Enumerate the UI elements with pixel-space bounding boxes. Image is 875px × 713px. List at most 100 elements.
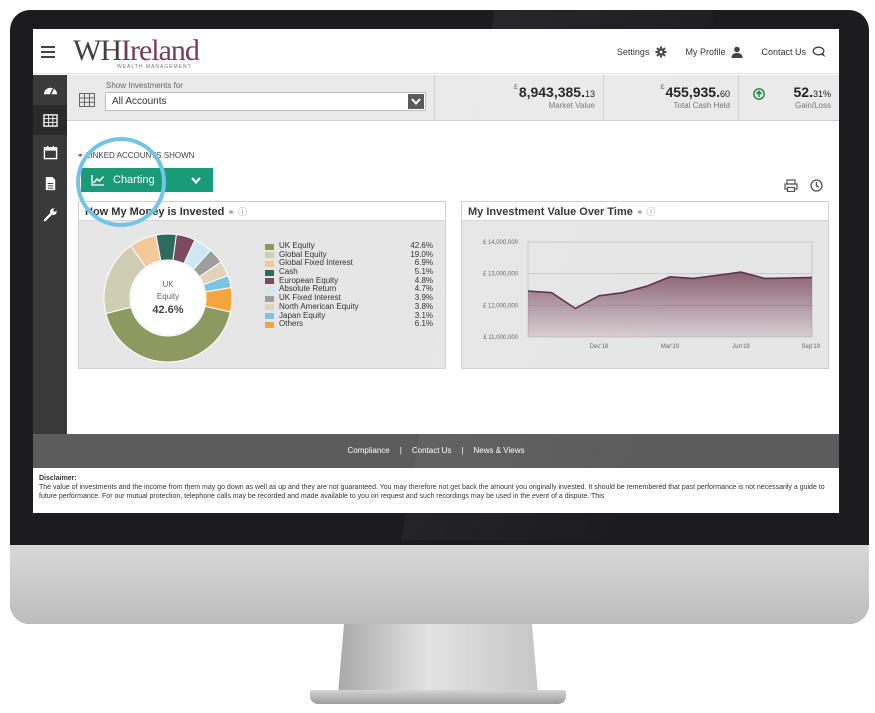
market-value-amount: 8,943,385. — [518, 84, 585, 100]
sidebar-item-calendar[interactable] — [33, 137, 67, 167]
cash-held-amount: 455,935. — [665, 84, 720, 100]
gain-loss-decimals: 31% — [812, 89, 831, 99]
calendar-icon — [43, 145, 57, 159]
charting-label: Charting — [113, 174, 155, 186]
line-chart-icon — [91, 175, 105, 186]
account-select-value: All Accounts — [112, 96, 167, 107]
logo[interactable]: WHIreland WEALTH MANAGEMENT — [73, 34, 200, 70]
linked-accounts-indicator[interactable]: ⚭ LINKED ACCOUNTS SHOWN — [77, 151, 194, 160]
disclaimer: Disclaimer: The value of investments and… — [39, 474, 834, 501]
table-icon — [79, 93, 95, 107]
sidebar-item-dashboard[interactable] — [33, 75, 67, 105]
legend-swatch — [265, 269, 274, 276]
sidebar-item-tools[interactable] — [33, 199, 67, 229]
cash-held-decimals: 60 — [719, 89, 730, 99]
x-tick-label: Sep'19 — [802, 344, 821, 350]
x-tick-label: Jun'19 — [732, 344, 750, 350]
x-tick-label: Dec'18 — [590, 344, 609, 350]
sidebar-item-documents[interactable] — [33, 168, 67, 198]
info-icon[interactable]: ⓘ — [238, 207, 247, 217]
top-nav: Settings My Profile Contact Us — [617, 46, 827, 58]
value-area-chart: £ 11,000,000 £ 12,000,000 £ 13,000,000 £ 14… — [483, 240, 821, 350]
info-icon[interactable]: ⓘ — [647, 207, 656, 217]
monitor-chin — [10, 545, 869, 624]
cash-held-label: Total Cash Held — [673, 101, 730, 110]
monitor-foot — [310, 690, 566, 704]
legend-swatch — [265, 304, 274, 311]
currency-symbol: £ — [660, 84, 665, 91]
value-chart-panel-header: My Investment Value Over Time ⚭ ⓘ — [462, 202, 828, 221]
legend-swatch — [265, 295, 274, 302]
account-filter-label: Show Investments for — [106, 81, 183, 90]
clock-icon[interactable] — [810, 179, 823, 192]
chevron-down-icon[interactable] — [408, 94, 424, 109]
linked-accounts-text: LINKED ACCOUNTS SHOWN — [85, 151, 195, 160]
link-icon: ⚭ — [635, 207, 644, 217]
market-value-decimals: 13 — [584, 89, 595, 99]
grid-icon — [42, 113, 58, 127]
value-chart-panel: My Investment Value Over Time ⚭ ⓘ £ 11,0… — [461, 201, 829, 369]
value-chart-title: My Investment Value Over Time — [468, 206, 633, 218]
logo-subtitle: WEALTH MANAGEMENT — [117, 64, 192, 70]
chat-icon[interactable] — [812, 46, 827, 58]
legend-swatch — [265, 278, 274, 285]
chevron-down-icon — [191, 177, 201, 185]
portfolio-summary-bar: Show Investments for All Accounts £8,943… — [67, 75, 839, 121]
legend-label: Others — [279, 319, 304, 329]
x-tick-label: Mar'19 — [661, 344, 680, 350]
monitor-stand — [338, 624, 538, 694]
donut-center-line2: Equity — [157, 292, 179, 301]
link-icon: ⚭ — [77, 151, 86, 160]
account-select[interactable]: All Accounts — [105, 92, 426, 111]
y-tick-label: £ 11,000,000 — [483, 335, 518, 341]
footer-separator: | — [461, 446, 464, 455]
print-icon[interactable] — [784, 179, 798, 192]
wrench-icon — [43, 207, 57, 221]
sidebar-item-holdings[interactable] — [33, 105, 67, 135]
allocation-panel: How My Money is Invested ⚭ ⓘ UK Equity 4… — [78, 201, 446, 369]
sidebar — [33, 75, 67, 434]
footer-link-compliance[interactable]: Compliance — [348, 446, 390, 455]
market-value-metric: £8,943,385.13 Market Value — [434, 75, 603, 121]
legend-swatch — [265, 260, 274, 267]
gain-loss-label: Gain/Loss — [794, 101, 831, 110]
legend-swatch — [265, 243, 274, 250]
y-tick-label: £ 12,000,000 — [483, 303, 519, 309]
y-tick-label: £ 13,000,000 — [483, 272, 519, 278]
allocation-title: How My Money is Invested — [85, 206, 225, 218]
link-icon: ⚭ — [227, 207, 235, 217]
logo-main: WH — [73, 34, 122, 67]
currency-symbol: £ — [513, 84, 518, 91]
arrow-up-circle-icon — [753, 88, 765, 100]
profile-link[interactable]: My Profile — [685, 47, 725, 57]
dashboard-icon — [43, 87, 57, 95]
disclaimer-heading: Disclaimer: — [39, 475, 77, 482]
app-screen: WHIreland WEALTH MANAGEMENT Settings My … — [33, 29, 839, 513]
gain-loss-amount: 52. — [793, 84, 813, 100]
menu-icon[interactable] — [41, 46, 55, 58]
legend-swatch — [265, 313, 274, 319]
legend-value: 6.1% — [414, 319, 433, 329]
allocation-donut-chart: UK Equity 42.6% — [103, 233, 233, 363]
donut-center-value: 42.6% — [152, 304, 183, 316]
logo-accent: Ireland — [120, 34, 200, 67]
top-bar: WHIreland WEALTH MANAGEMENT Settings My … — [33, 29, 839, 74]
disclaimer-text: The value of investments and the income … — [39, 484, 825, 500]
legend-swatch — [265, 252, 274, 259]
legend-item: Others 6.1% — [265, 319, 433, 329]
allocation-panel-header: How My Money is Invested ⚭ ⓘ — [79, 202, 445, 221]
settings-link[interactable]: Settings — [617, 47, 650, 57]
legend-swatch — [265, 321, 274, 328]
gain-loss-metric: 52.31% Gain/Loss — [738, 75, 839, 121]
allocation-legend: UK Equity 42.6% Global Equity 19.0% Global F… — [265, 241, 433, 329]
document-icon — [45, 176, 55, 190]
chart-toolbar — [784, 179, 823, 192]
footer-link-contact[interactable]: Contact Us — [412, 446, 452, 455]
gear-icon[interactable] — [655, 46, 667, 58]
charting-dropdown-button[interactable]: Charting — [81, 168, 213, 192]
y-tick-label: £ 14,000,000 — [483, 240, 519, 246]
donut-center-line1: UK — [162, 280, 174, 289]
user-icon[interactable] — [731, 46, 743, 58]
footer-link-news[interactable]: News & Views — [474, 446, 525, 455]
contact-link[interactable]: Contact Us — [761, 47, 806, 57]
